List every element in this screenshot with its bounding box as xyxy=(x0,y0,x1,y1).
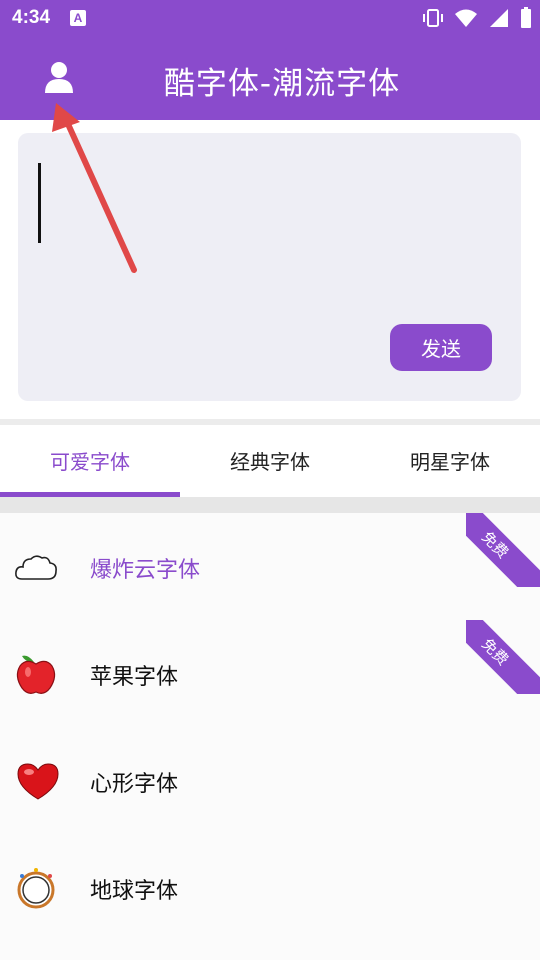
tab-bar: 可爱字体 经典字体 明星字体 xyxy=(0,425,540,497)
list-item[interactable]: 心形字体 xyxy=(0,727,540,834)
free-badge: 免费 xyxy=(466,513,540,587)
section-divider xyxy=(0,497,540,513)
tab-celebrity-fonts[interactable]: 明星字体 xyxy=(360,425,540,497)
tab-classic-fonts[interactable]: 经典字体 xyxy=(180,425,360,497)
status-icons xyxy=(422,7,532,29)
text-caret xyxy=(38,163,41,243)
status-time: 4:34 xyxy=(12,7,51,28)
list-item[interactable]: 苹果字体 免费 xyxy=(0,620,540,727)
wifi-icon xyxy=(455,9,477,27)
heart-icon xyxy=(17,763,59,800)
list-item[interactable]: 爆炸云字体 免费 xyxy=(0,513,540,620)
page-title: 酷字体-潮流字体 xyxy=(163,66,401,102)
font-list: 爆炸云字体 免费 苹果字体 免费 心形字体 地球字体 xyxy=(0,513,540,960)
font-label: 苹果字体 xyxy=(90,665,179,690)
status-bar: 4:34 A xyxy=(0,0,540,36)
vibrate-icon xyxy=(423,9,443,27)
cloud-icon xyxy=(15,555,57,580)
font-label: 爆炸云字体 xyxy=(90,558,201,583)
a-icon: A xyxy=(70,10,86,26)
free-badge: 免费 xyxy=(466,620,540,694)
globe-icon xyxy=(17,868,55,909)
font-label: 地球字体 xyxy=(90,879,179,904)
text-input[interactable] xyxy=(38,163,498,313)
signal-icon xyxy=(490,9,508,27)
apple-icon xyxy=(16,655,56,694)
list-item[interactable]: 地球字体 xyxy=(0,834,540,941)
font-label: 心形字体 xyxy=(90,772,179,797)
tab-cute-fonts[interactable]: 可爱字体 xyxy=(0,425,180,497)
battery-icon xyxy=(521,7,531,28)
app-bar: 酷字体-潮流字体 xyxy=(0,36,540,120)
send-button[interactable]: 发送 xyxy=(390,324,492,371)
input-card: 发送 xyxy=(18,133,521,401)
